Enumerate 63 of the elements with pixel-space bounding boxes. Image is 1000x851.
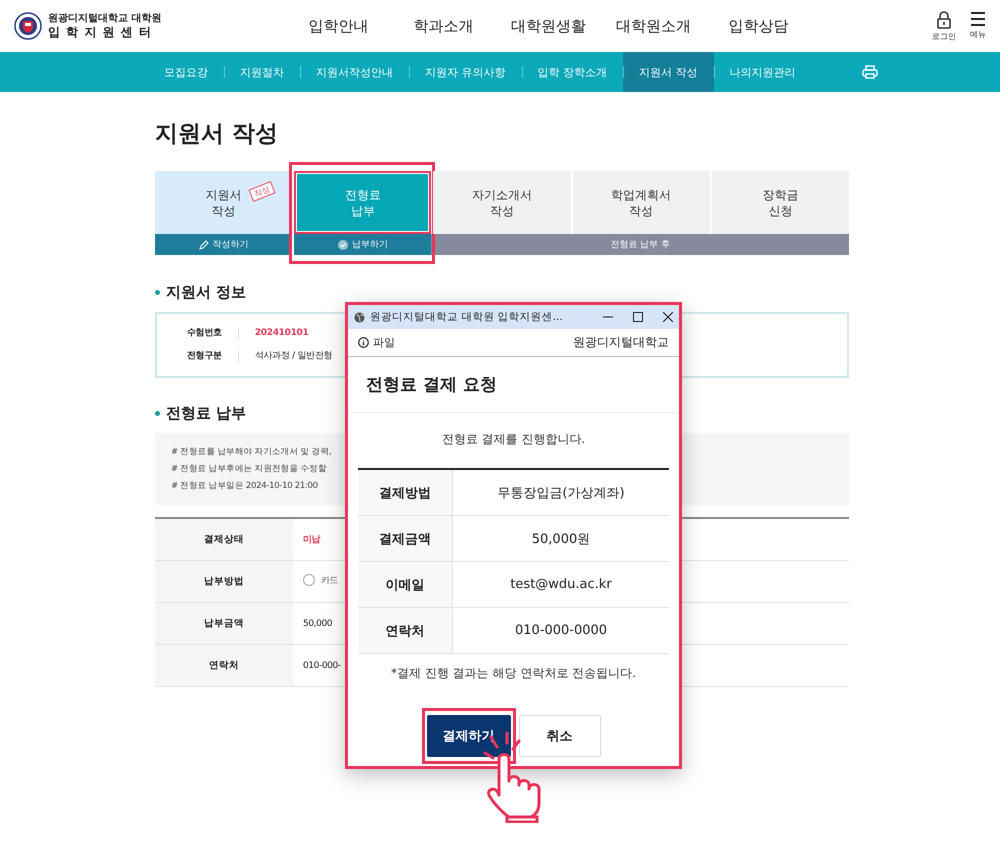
notice-text: *결제 진행 결과는 해당 연락처로 전송됩니다. <box>390 665 637 682</box>
step-tab[interactable]: 장학금 신청 <box>712 171 849 234</box>
pay-button[interactable]: 결제하기 <box>426 715 510 757</box>
university-emblem-icon <box>14 12 42 40</box>
menu-icon <box>970 10 986 26</box>
main-menu-item[interactable]: 입학안내 <box>286 16 391 36</box>
table-label-cell: 연락처 <box>358 608 452 654</box>
address-label: 파일 <box>373 335 395 350</box>
logo-subtitle: 입 학 지 원 센 터 <box>48 25 153 39</box>
main-menu-item[interactable]: 대학원소개 <box>601 16 706 36</box>
page-title: 지원서 작성 <box>155 120 280 149</box>
info-label: 수험번호 <box>187 328 239 339</box>
print-icon[interactable] <box>862 65 878 79</box>
bullet-icon <box>155 290 160 295</box>
login-button[interactable]: 로그인 <box>932 10 956 42</box>
step-action-bar[interactable]: 납부하기 <box>294 234 432 255</box>
main-menu-item[interactable]: 대학원생활 <box>496 16 601 36</box>
table-value-cell: 010-000-0000 <box>452 608 669 654</box>
maximize-icon[interactable] <box>633 312 643 322</box>
info-value: 202410101 <box>254 328 310 339</box>
main-menu-item[interactable]: 입학상담 <box>706 16 811 36</box>
table-label-cell: 결제방법 <box>358 469 452 516</box>
window-title: 원광디지털대학교 대학원 입학지원센... <box>370 310 563 324</box>
globe-icon <box>354 312 365 322</box>
table-label-cell: 납부방법 <box>155 560 293 602</box>
subnav-tab[interactable]: 지원서 작성 <box>623 52 714 92</box>
table-label-cell: 납부금액 <box>155 602 293 644</box>
table-label-cell: 연락처 <box>155 644 293 686</box>
check-circle-icon <box>338 240 348 250</box>
table-value-cell: test@wdu.ac.kr <box>452 562 669 608</box>
notice-text: # 전형료 납부후에는 지원전형을 수정할 <box>171 463 327 475</box>
close-icon[interactable] <box>663 312 673 322</box>
section-title: 전형료 납부 <box>166 404 246 423</box>
step-tab[interactable]: 자기소개서 작성 <box>433 171 571 234</box>
table-label-cell: 결제상태 <box>155 518 293 560</box>
notice-text: # 전형료를 납부해야 자기소개서 및 경력, <box>171 446 332 458</box>
info-label: 전형구분 <box>187 351 239 362</box>
dialog-title: 전형료 결제 요청 <box>348 357 679 413</box>
table-value: 미납 <box>303 535 320 545</box>
site-name: 원광디지털대학교 <box>573 334 669 351</box>
main-menu-item[interactable]: 학과소개 <box>391 16 496 36</box>
table-label-cell: 결제금액 <box>358 516 452 562</box>
cancel-button[interactable]: 취소 <box>518 715 600 757</box>
table-value: 50,000 <box>303 618 332 628</box>
info-icon[interactable] <box>358 337 369 348</box>
radio-button[interactable] <box>303 574 315 586</box>
table-value-cell: 50,000원 <box>452 516 669 562</box>
section-title: 지원서 정보 <box>166 283 246 302</box>
lock-icon <box>936 10 952 28</box>
logo-title: 원광디지털대학교 대학원 <box>48 13 162 25</box>
menu-button[interactable]: 메뉴 <box>970 10 986 42</box>
stamp-label: 작성 <box>248 180 276 202</box>
table-value-cell: 무통장입금(가상계좌) <box>452 469 669 516</box>
locked-steps-bar: 전형료 납부 후 <box>431 234 849 255</box>
intro-text: 전형료 결제를 진행합니다. <box>440 431 586 448</box>
notice-text: # 전형료 납부일은 2024-10-10 21:00 <box>171 480 318 492</box>
radio-option[interactable]: 카드 <box>303 574 338 587</box>
info-value: 석사과정 / 일반전형 <box>254 351 332 362</box>
step-tab[interactable]: 학업계획서 작성 <box>572 171 710 234</box>
table-value: 010-000- <box>303 660 341 670</box>
pencil-icon <box>198 240 209 250</box>
bullet-icon <box>155 411 160 416</box>
table-label-cell: 이메일 <box>358 562 452 608</box>
